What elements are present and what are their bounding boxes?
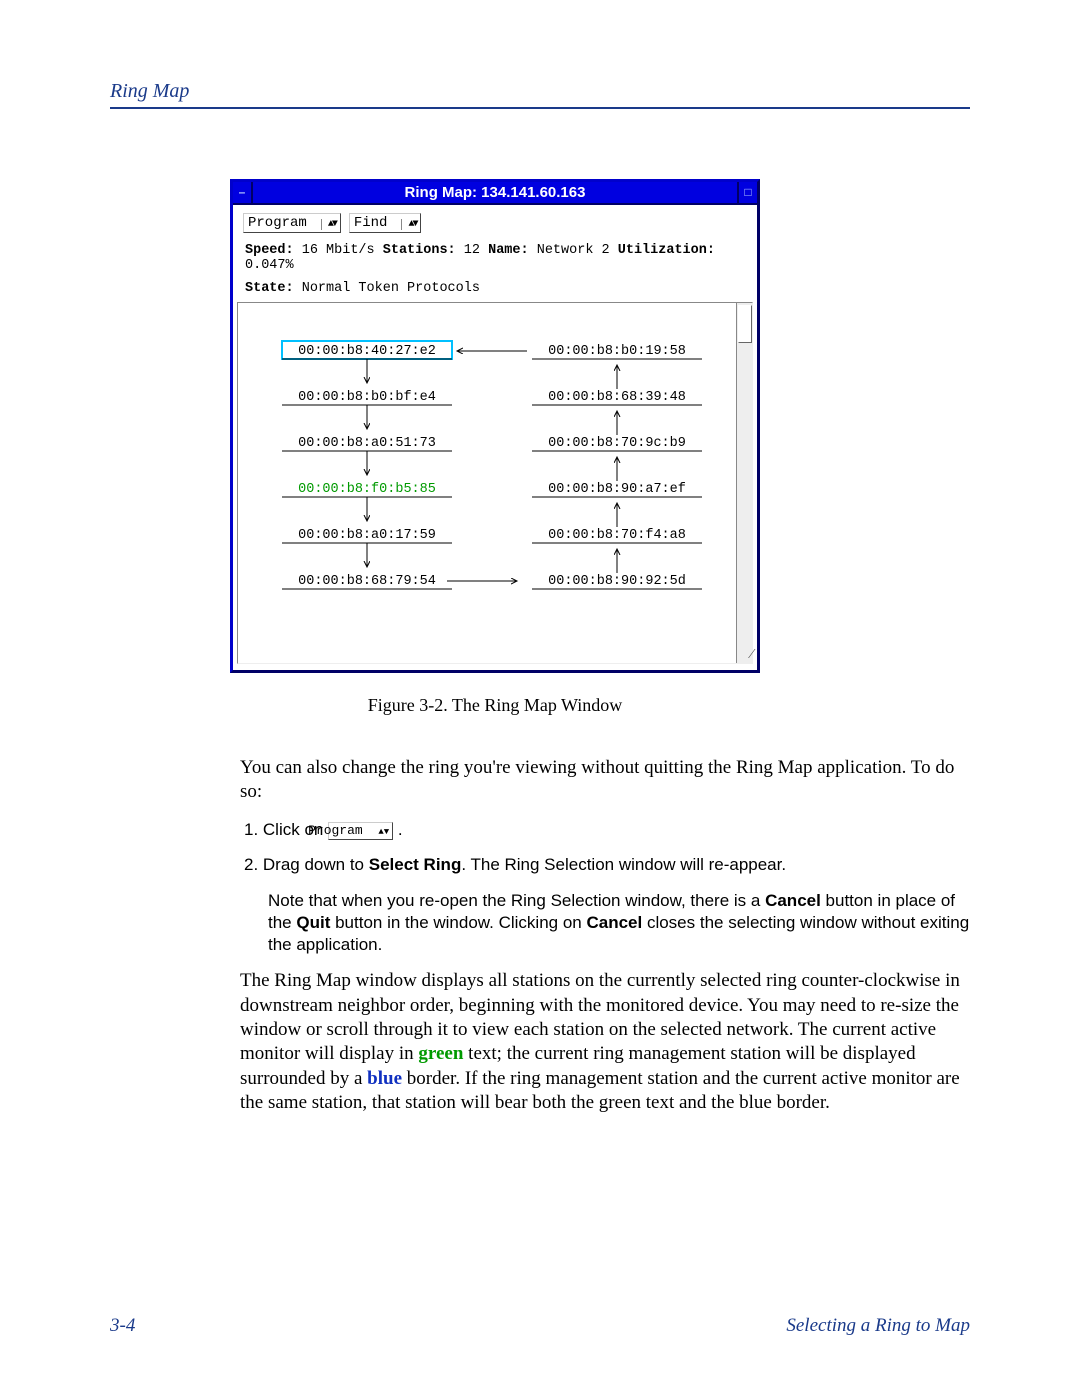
blue-text: blue — [367, 1068, 402, 1089]
step-1: 1. Click on Program ▲▼ . — [240, 819, 970, 841]
page-footer: 3-4 Selecting a Ring to Map — [110, 1315, 970, 1337]
svg-text:00:00:b8:68:39:48: 00:00:b8:68:39:48 — [548, 390, 686, 405]
ring-diagram: 00:00:b8:40:27:e2 00:00:b8:b0:bf:e4 00:0… — [238, 303, 736, 663]
svg-text:00:00:b8:90:92:5d: 00:00:b8:90:92:5d — [548, 574, 686, 589]
program-menu[interactable]: Program▲▼ — [243, 213, 341, 233]
program-button-inline: Program ▲▼ — [328, 822, 393, 841]
station-node[interactable]: 00:00:b8:90:a7:ef — [532, 482, 702, 497]
station-node[interactable]: 00:00:b8:b0:19:58 — [532, 344, 702, 359]
station-node[interactable]: 00:00:b8:68:79:54 — [282, 574, 452, 589]
station-node[interactable]: 00:00:b8:f0:b5:85 — [282, 482, 452, 497]
running-header: Ring Map — [110, 80, 970, 109]
green-text: green — [418, 1043, 463, 1064]
system-menu-icon[interactable]: – — [233, 182, 253, 203]
vertical-scrollbar[interactable]: ⁄ — [736, 303, 753, 663]
paragraph: You can also change the ring you're view… — [240, 756, 970, 805]
station-node[interactable]: 00:00:b8:68:39:48 — [532, 390, 702, 405]
ring-canvas: 00:00:b8:40:27:e2 00:00:b8:b0:bf:e4 00:0… — [237, 302, 753, 664]
station-node[interactable]: 00:00:b8:70:9c:b9 — [532, 436, 702, 451]
page: Ring Map – Ring Map: 134.141.60.163 □ Pr… — [0, 0, 1080, 1397]
step-2: 2. Drag down to Select Ring. The Ring Se… — [240, 854, 970, 876]
titlebar[interactable]: – Ring Map: 134.141.60.163 □ — [233, 182, 757, 205]
paragraph: The Ring Map window displays all station… — [240, 969, 970, 1115]
svg-text:00:00:b8:70:9c:b9: 00:00:b8:70:9c:b9 — [548, 436, 686, 451]
figure-caption: Figure 3-2. The Ring Map Window — [230, 695, 760, 716]
maximize-icon[interactable]: □ — [737, 182, 757, 203]
scroll-thumb[interactable] — [738, 305, 752, 343]
page-number: 3-4 — [110, 1315, 135, 1337]
station-node[interactable]: 00:00:b8:a0:17:59 — [282, 528, 452, 543]
menubar: Program▲▼ Find▲▼ — [233, 205, 757, 237]
svg-text:00:00:b8:a0:51:73: 00:00:b8:a0:51:73 — [298, 436, 436, 451]
svg-text:00:00:b8:b0:19:58: 00:00:b8:b0:19:58 — [548, 344, 686, 359]
footer-section: Selecting a Ring to Map — [786, 1315, 970, 1337]
figure: – Ring Map: 134.141.60.163 □ Program▲▼ F… — [230, 179, 760, 716]
resize-grip-icon[interactable]: ⁄ — [737, 647, 753, 663]
svg-text:00:00:b8:40:27:e2: 00:00:b8:40:27:e2 — [298, 344, 436, 359]
station-node[interactable]: 00:00:b8:70:f4:a8 — [532, 528, 702, 543]
state-bar: State: Normal Token Protocols — [233, 275, 757, 298]
svg-text:00:00:b8:90:a7:ef: 00:00:b8:90:a7:ef — [548, 482, 686, 497]
station-node[interactable]: 00:00:b8:a0:51:73 — [282, 436, 452, 451]
svg-text:00:00:b8:70:f4:a8: 00:00:b8:70:f4:a8 — [548, 528, 686, 543]
dropdown-icon: ▲▼ — [401, 219, 416, 230]
step-2-note: Note that when you re-open the Ring Sele… — [240, 890, 970, 955]
svg-text:00:00:b8:f0:b5:85: 00:00:b8:f0:b5:85 — [298, 482, 436, 497]
svg-text:00:00:b8:b0:bf:e4: 00:00:b8:b0:bf:e4 — [298, 390, 436, 405]
body-text: You can also change the ring you're view… — [240, 756, 970, 1115]
station-node[interactable]: 00:00:b8:90:92:5d — [532, 574, 702, 589]
find-menu[interactable]: Find▲▼ — [349, 213, 422, 233]
svg-text:00:00:b8:a0:17:59: 00:00:b8:a0:17:59 — [298, 528, 436, 543]
svg-text:00:00:b8:68:79:54: 00:00:b8:68:79:54 — [298, 574, 436, 589]
station-node[interactable]: 00:00:b8:b0:bf:e4 — [282, 390, 452, 405]
info-bar: Speed: 16 Mbit/s Stations: 12 Name: Netw… — [233, 237, 757, 275]
ringmap-window: – Ring Map: 134.141.60.163 □ Program▲▼ F… — [230, 179, 760, 673]
station-node[interactable]: 00:00:b8:40:27:e2 — [282, 341, 452, 359]
window-title: Ring Map: 134.141.60.163 — [405, 184, 586, 201]
dropdown-icon: ▲▼ — [321, 219, 336, 230]
